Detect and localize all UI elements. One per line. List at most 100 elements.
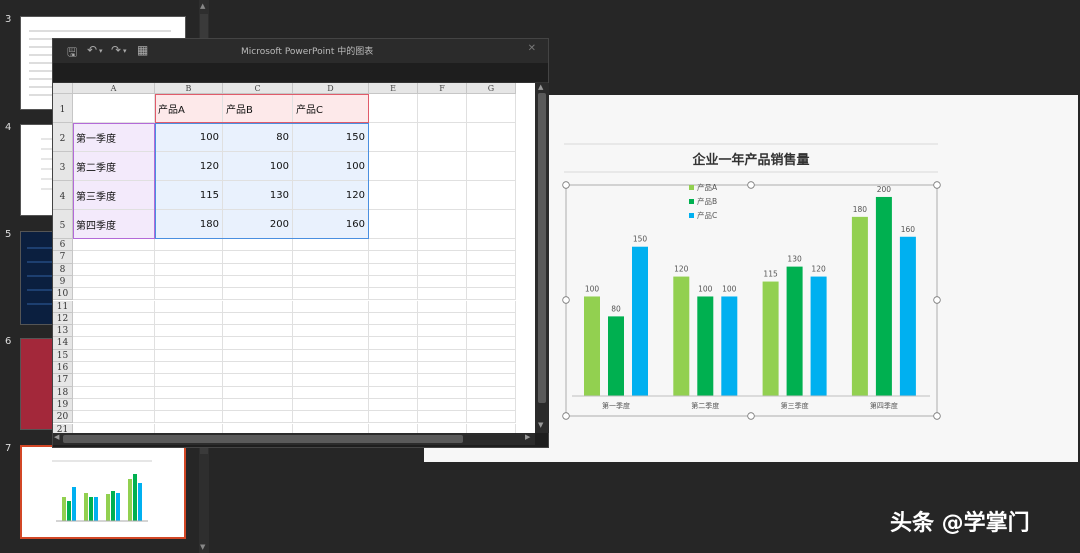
cell[interactable]	[73, 275, 155, 289]
data-label[interactable]: 130	[787, 255, 802, 264]
resize-handle[interactable]	[562, 412, 570, 420]
bar-3-3[interactable]	[810, 276, 827, 396]
cell[interactable]	[155, 312, 223, 326]
cell[interactable]	[223, 423, 293, 433]
column-header-d[interactable]: D	[293, 83, 369, 94]
cell[interactable]	[73, 263, 155, 276]
spreadsheet-horizontal-scrollbar[interactable]: ◀ ▶	[53, 433, 535, 445]
data-label[interactable]: 120	[811, 265, 826, 274]
cell[interactable]	[369, 275, 418, 289]
cell[interactable]	[418, 251, 467, 264]
row-header-7[interactable]: 7	[53, 251, 73, 264]
cell[interactable]	[467, 325, 516, 338]
scrollbar-thumb[interactable]	[538, 93, 546, 403]
cell[interactable]	[418, 181, 467, 210]
cell[interactable]	[467, 251, 516, 264]
cell[interactable]	[369, 411, 418, 424]
row-header-21[interactable]: 21	[53, 423, 73, 433]
cell[interactable]	[467, 263, 516, 276]
undo-dropdown-icon[interactable]: ▾	[99, 47, 103, 55]
bar-2-3[interactable]	[786, 266, 803, 396]
cell[interactable]	[223, 275, 293, 289]
row-header-16[interactable]: 16	[53, 362, 73, 375]
cell[interactable]	[467, 312, 516, 326]
cell[interactable]	[418, 123, 467, 152]
cell[interactable]	[155, 325, 223, 338]
row-header-11[interactable]: 11	[53, 300, 73, 313]
cell[interactable]	[418, 423, 467, 433]
value-cell[interactable]: 120	[293, 181, 369, 210]
legend-swatch[interactable]	[689, 199, 694, 204]
category-label-cell[interactable]: 第三季度	[73, 181, 155, 210]
cell[interactable]	[223, 337, 293, 350]
cell[interactable]	[467, 288, 516, 301]
cell[interactable]	[293, 411, 369, 424]
cell[interactable]	[223, 325, 293, 338]
cell[interactable]	[467, 386, 516, 399]
legend-label[interactable]: 产品C	[697, 210, 717, 220]
cell[interactable]	[369, 374, 418, 387]
close-icon[interactable]: ✕	[528, 43, 536, 54]
data-label[interactable]: 200	[877, 185, 892, 194]
chart-title[interactable]: 企业一年产品销售量	[691, 152, 809, 168]
cell[interactable]	[418, 411, 467, 424]
data-label[interactable]: 100	[585, 284, 600, 293]
cell[interactable]	[418, 337, 467, 350]
row-header-5[interactable]: 5	[53, 210, 73, 239]
cell[interactable]	[223, 398, 293, 412]
cell[interactable]	[418, 300, 467, 313]
cell[interactable]	[467, 362, 516, 375]
cell[interactable]	[467, 275, 516, 289]
cell[interactable]	[293, 239, 369, 252]
column-header-f[interactable]: F	[418, 83, 467, 94]
spreadsheet-grid[interactable]: A B C D E F G 1 2 3 4 5 6 7 8 9 10 11 12 13 14 15 16 17 18 19 20 21…	[53, 83, 535, 433]
cell[interactable]	[73, 411, 155, 424]
column-header-a[interactable]: A	[73, 83, 155, 94]
cell[interactable]	[418, 263, 467, 276]
cell[interactable]	[293, 398, 369, 412]
x-tick-label[interactable]: 第一季度	[602, 401, 630, 410]
cell[interactable]	[293, 386, 369, 399]
cell[interactable]	[369, 362, 418, 375]
resize-handle[interactable]	[747, 412, 755, 420]
undo-icon[interactable]: ↶	[87, 43, 97, 57]
category-label-cell[interactable]: 第一季度	[73, 123, 155, 152]
value-cell[interactable]: 180	[155, 210, 223, 239]
cell[interactable]	[369, 94, 418, 123]
scroll-right-icon[interactable]: ▶	[525, 433, 530, 441]
bar-3-4[interactable]	[899, 236, 916, 396]
cell[interactable]	[223, 300, 293, 313]
cell[interactable]	[418, 349, 467, 362]
row-header-6[interactable]: 6	[53, 239, 73, 252]
cell[interactable]	[369, 239, 418, 252]
cell[interactable]	[73, 251, 155, 264]
cell[interactable]	[369, 386, 418, 399]
cell[interactable]	[155, 275, 223, 289]
column-header-e[interactable]: E	[369, 83, 418, 94]
cell[interactable]	[223, 312, 293, 326]
row-header-2[interactable]: 2	[53, 123, 73, 152]
cell[interactable]	[369, 325, 418, 338]
cell[interactable]	[369, 398, 418, 412]
legend-label[interactable]: 产品A	[697, 182, 718, 192]
value-cell[interactable]: 100	[155, 123, 223, 152]
category-label-cell[interactable]: 第二季度	[73, 152, 155, 181]
data-label[interactable]: 120	[674, 265, 689, 274]
cell[interactable]	[73, 288, 155, 301]
bar-3-2[interactable]	[721, 296, 738, 396]
cell[interactable]	[223, 411, 293, 424]
cell[interactable]	[155, 411, 223, 424]
cell[interactable]	[155, 386, 223, 399]
value-cell[interactable]: 80	[223, 123, 293, 152]
resize-handle[interactable]	[562, 296, 570, 304]
legend-swatch[interactable]	[689, 185, 694, 190]
cell[interactable]	[467, 374, 516, 387]
cell[interactable]	[223, 374, 293, 387]
row-header-12[interactable]: 12	[53, 312, 73, 326]
cell[interactable]	[155, 423, 223, 433]
cell[interactable]	[418, 210, 467, 239]
data-label[interactable]: 100	[722, 284, 737, 293]
cell[interactable]	[223, 362, 293, 375]
value-cell[interactable]: 130	[223, 181, 293, 210]
legend-label[interactable]: 产品B	[697, 196, 717, 206]
